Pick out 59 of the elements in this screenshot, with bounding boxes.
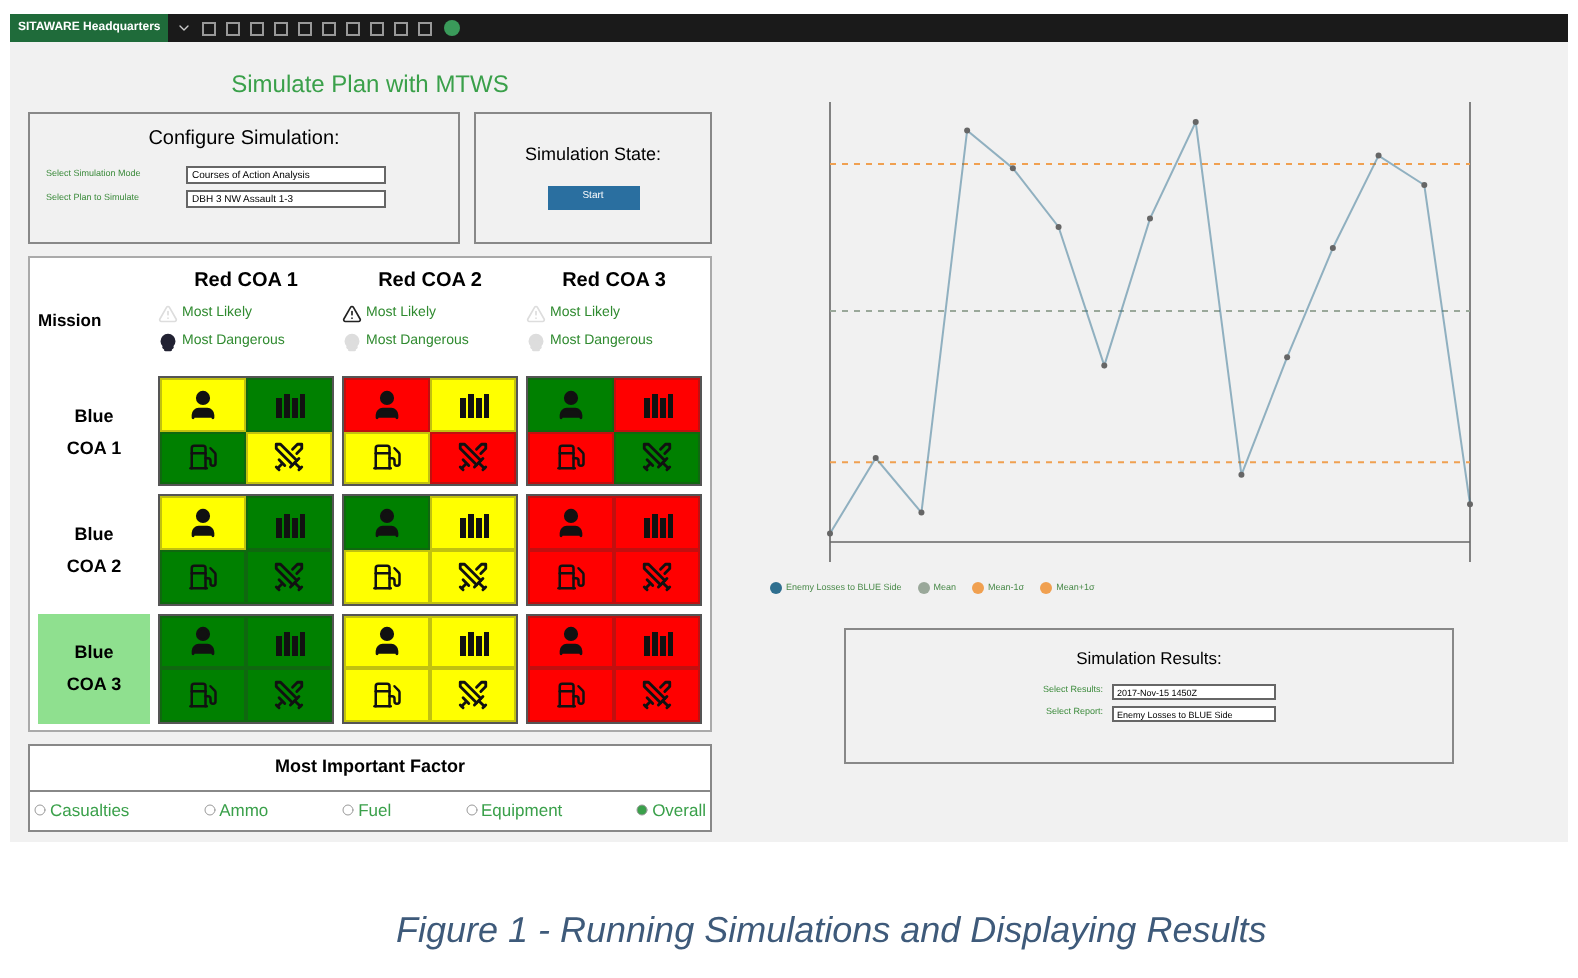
matrix-cell[interactable] <box>342 613 518 724</box>
panel-heading: Simulation Results: <box>1076 645 1222 671</box>
swords-icon <box>640 678 674 713</box>
person-icon <box>370 624 404 659</box>
row-heading[interactable]: Blue COA 2 <box>38 494 150 606</box>
column-heading: Red COA 2 <box>376 267 484 295</box>
ammo-icon <box>641 388 673 421</box>
fuel-icon <box>372 442 402 473</box>
matrix-cell[interactable] <box>158 613 334 724</box>
column-heading: Red COA 3 <box>560 267 668 295</box>
swords-icon <box>456 678 490 713</box>
matrix-cell[interactable] <box>526 376 702 487</box>
row-heading[interactable]: Blue COA 1 <box>38 376 150 487</box>
dropdown-icon[interactable] <box>176 20 193 36</box>
swords-icon <box>272 440 306 475</box>
panel-heading: Configure Simulation: <box>146 126 342 154</box>
fuel-icon <box>556 442 586 473</box>
matrix-cell[interactable] <box>526 613 702 724</box>
page-title: Simulate Plan with MTWS <box>229 68 511 102</box>
radio-icon[interactable] <box>342 803 355 816</box>
matrix-cell[interactable] <box>158 494 334 606</box>
person-icon <box>370 506 404 541</box>
row-heading[interactable]: Blue COA 3 <box>38 613 150 724</box>
matrix-cell[interactable] <box>342 494 518 606</box>
ammo-icon <box>273 388 305 421</box>
radio-icon[interactable] <box>34 803 46 816</box>
column-heading: Red COA 1 <box>192 267 300 295</box>
panel-heading: Most Important Factor <box>30 746 710 791</box>
radio-icon[interactable] <box>203 803 216 816</box>
fuel-icon <box>188 561 218 592</box>
fuel-icon <box>372 680 402 711</box>
status-icon[interactable] <box>444 20 461 36</box>
person-icon <box>554 387 588 422</box>
person-icon <box>554 624 588 659</box>
swords-icon <box>640 440 674 475</box>
matrix-cell[interactable] <box>342 376 518 487</box>
figure-caption: Figure 1 - Running Simulations and Displaying Results <box>396 908 1267 954</box>
swords-icon <box>456 440 490 475</box>
fuel-icon <box>188 680 218 711</box>
fuel-icon <box>372 561 402 592</box>
matrix-cell[interactable] <box>158 376 334 487</box>
matrix-cell[interactable] <box>526 494 702 606</box>
radio-icon[interactable] <box>636 803 649 816</box>
swords-icon <box>640 559 674 594</box>
swords-icon <box>272 559 306 594</box>
swords-icon <box>456 559 490 594</box>
person-icon <box>186 624 220 659</box>
person-icon <box>370 387 404 422</box>
fuel-icon <box>556 561 586 592</box>
radio-icon[interactable] <box>465 803 478 816</box>
fuel-icon <box>188 442 218 473</box>
ammo-icon <box>457 388 489 421</box>
mission-label: Mission <box>38 308 104 334</box>
fuel-icon <box>556 680 586 711</box>
panel-heading: Simulation State: <box>524 142 662 168</box>
swords-icon <box>272 678 306 713</box>
person-icon <box>554 506 588 541</box>
person-icon <box>186 387 220 422</box>
person-icon <box>186 506 220 541</box>
